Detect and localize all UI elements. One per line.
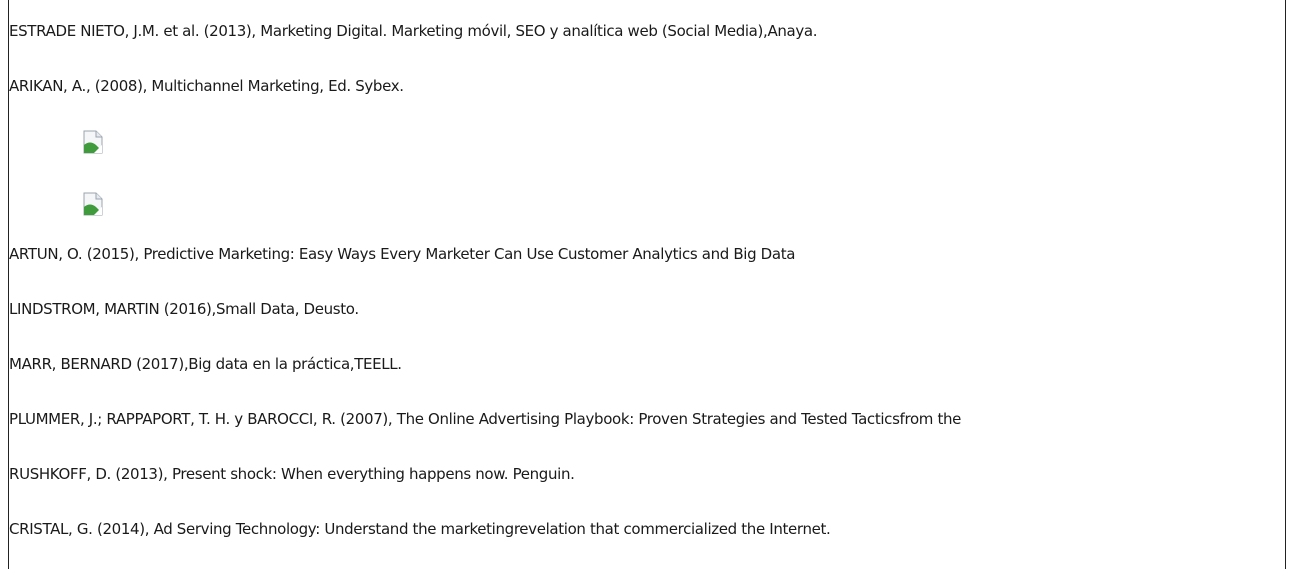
- reference-item: MARR, BERNARD (2017),Big data en la prác…: [9, 355, 402, 373]
- reference-item: CRISTAL, G. (2014), Ad Serving Technolog…: [9, 520, 831, 538]
- reference-item: LINDSTROM, MARTIN (2016),Small Data, Deu…: [9, 300, 359, 318]
- broken-image-icon: [83, 130, 103, 154]
- reference-item: ARIKAN, A., (2008), Multichannel Marketi…: [9, 77, 404, 95]
- broken-image-icon: [83, 192, 103, 216]
- reference-item: RUSHKOFF, D. (2013), Present shock: When…: [9, 465, 575, 483]
- reference-item: PLUMMER, J.; RAPPAPORT, T. H. y BAROCCI,…: [9, 410, 962, 428]
- reference-item: ARTUN, O. (2015), Predictive Marketing: …: [9, 245, 796, 263]
- reference-item: ESTRADE NIETO, J.M. et al. (2013), Marke…: [9, 22, 818, 40]
- reference-list: ESTRADE NIETO, J.M. et al. (2013), Marke…: [9, 0, 1285, 569]
